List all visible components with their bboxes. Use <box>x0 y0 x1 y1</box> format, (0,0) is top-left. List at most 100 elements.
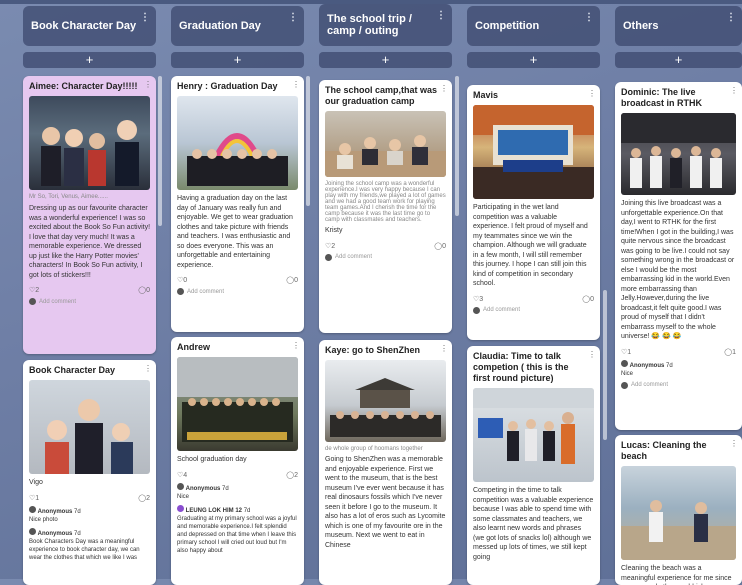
post-body: Going to ShenZhen was a memorable and en… <box>325 456 446 549</box>
like-button[interactable]: ♡1 <box>621 348 631 356</box>
post-card-andrew[interactable]: ⋮ Andrew School graduation day ♡4 ◯2 Ano… <box>171 337 304 585</box>
more-vertical-icon[interactable]: ⋮ <box>292 341 300 350</box>
post-photo[interactable] <box>621 113 736 195</box>
avatar <box>621 381 628 389</box>
comment-icon: ◯ <box>286 277 295 284</box>
more-vertical-icon[interactable]: ⋮ <box>436 10 446 21</box>
like-button[interactable]: ♡4 <box>177 471 187 479</box>
comment-button[interactable]: ◯0 <box>138 286 150 294</box>
post-card-dominic[interactable]: ⋮ Dominic: The live broadcast in RTHK Jo… <box>615 82 742 430</box>
photo-caption: Joining the school camp was a wonderful … <box>325 181 446 223</box>
post-body: Competing in the time to talk competitio… <box>473 487 594 561</box>
post-card-kaye[interactable]: ⋮ Kaye: go to ShenZhen de whole group of… <box>319 340 452 585</box>
post-card-henry[interactable]: ⋮ Henry : Graduation Day Having a gradua… <box>171 76 304 332</box>
graduation-group-illustration <box>177 357 298 442</box>
group-photo-illustration <box>41 120 139 186</box>
column-header[interactable]: Book Character Day ⋮ <box>23 6 156 46</box>
add-comment-button[interactable]: Add comment <box>325 253 446 261</box>
comment-time: 7d <box>74 508 81 515</box>
more-vertical-icon[interactable]: ⋮ <box>730 86 738 95</box>
post-photo[interactable] <box>29 96 150 190</box>
add-post-button[interactable]: + <box>467 52 600 68</box>
post-photo[interactable] <box>325 111 446 177</box>
more-vertical-icon[interactable]: ⋮ <box>144 80 152 89</box>
comment-button[interactable]: ◯0 <box>286 276 298 284</box>
post-title: Dominic: The live broadcast in RTHK <box>621 87 703 108</box>
add-comment-label: Add comment <box>483 307 521 313</box>
column-scrollbar[interactable] <box>158 76 162 226</box>
more-vertical-icon[interactable]: ⋮ <box>144 364 152 373</box>
add-comment-button[interactable]: Add comment <box>621 381 736 389</box>
column-scrollbar[interactable] <box>455 76 459 216</box>
comment-button[interactable]: ◯0 <box>434 242 446 250</box>
add-post-button[interactable]: + <box>23 52 156 68</box>
comment: Anonymous 7d Nice <box>621 359 736 378</box>
post-body: Kristy <box>325 227 343 234</box>
add-comment-label: Add comment <box>39 298 77 305</box>
comment-icon: ◯ <box>724 348 733 356</box>
add-post-button[interactable]: + <box>615 52 742 68</box>
post-photo[interactable] <box>325 360 446 442</box>
like-button[interactable]: ♡2 <box>325 242 335 250</box>
more-vertical-icon[interactable]: ⋮ <box>726 12 736 23</box>
column-title: Book Character Day <box>31 20 137 32</box>
beach-cleaning-illustration <box>621 500 736 560</box>
more-vertical-icon[interactable]: ⋮ <box>588 350 596 359</box>
post-card-aimee[interactable]: ⋮ Aimee: Character Day!!!!! Mr So, Tori,… <box>23 76 156 354</box>
more-vertical-icon[interactable]: ⋮ <box>584 12 594 23</box>
more-vertical-icon[interactable]: ⋮ <box>288 12 298 23</box>
post-card-school-camp[interactable]: ⋮ The school camp,that was our graduatio… <box>319 80 452 333</box>
more-vertical-icon[interactable]: ⋮ <box>440 84 448 93</box>
post-card-lucas[interactable]: ⋮ Lucas: Cleaning the beach Cleaning the… <box>615 435 742 585</box>
comment-icon: ◯ <box>286 471 295 479</box>
add-comment-button[interactable]: Add comment <box>177 288 298 295</box>
column-scrollbar[interactable] <box>306 76 310 206</box>
column-header[interactable]: Competition ⋮ <box>467 6 600 46</box>
like-count: 1 <box>35 494 40 502</box>
students-photo-illustration <box>45 399 133 474</box>
post-photo[interactable] <box>177 357 298 451</box>
more-vertical-icon[interactable]: ⋮ <box>440 344 448 353</box>
comment-icon: ◯ <box>434 242 443 250</box>
comment-button[interactable]: ◯2 <box>138 494 150 502</box>
column-scrollbar[interactable] <box>603 290 607 440</box>
avatar <box>473 306 480 314</box>
comment-button[interactable]: ◯1 <box>724 348 736 356</box>
post-body: Dressing up as our favourite character w… <box>29 205 151 279</box>
post-card-claudia[interactable]: ⋮ Claudia: Time to talk competion ( this… <box>467 346 600 585</box>
add-comment-button[interactable]: Add comment <box>473 306 594 314</box>
column-title: Graduation Day <box>179 20 261 32</box>
column-title: The school trip / camp / outing <box>327 13 412 37</box>
add-post-button[interactable]: + <box>171 52 304 68</box>
column-header[interactable]: Others ⋮ <box>615 6 742 46</box>
like-button[interactable]: ♡2 <box>29 286 39 294</box>
add-post-button[interactable]: + <box>319 52 452 68</box>
more-vertical-icon[interactable]: ⋮ <box>292 80 300 89</box>
avatar <box>29 527 36 535</box>
post-photo[interactable] <box>473 105 594 199</box>
avatar <box>29 505 36 513</box>
comment-text: Nice <box>621 370 634 377</box>
more-vertical-icon[interactable]: ⋮ <box>730 439 738 448</box>
post-card-book-character-day[interactable]: ⋮ Book Character Day Vigo ♡1 ◯2 Anonymou… <box>23 360 156 585</box>
comment-button[interactable]: ◯2 <box>286 471 298 479</box>
post-photo[interactable] <box>621 466 736 560</box>
like-button[interactable]: ♡1 <box>29 494 39 502</box>
more-vertical-icon[interactable]: ⋮ <box>588 89 596 98</box>
column-header[interactable]: Graduation Day ⋮ <box>171 6 304 46</box>
talk-competition-illustration <box>473 388 594 464</box>
post-photo[interactable] <box>29 380 150 474</box>
comment: Anonymous 7d Book Characters Day was a me… <box>29 527 150 562</box>
add-comment-button[interactable]: Add comment <box>29 298 150 305</box>
post-photo[interactable] <box>177 96 298 190</box>
post-card-mavis[interactable]: ⋮ Mavis Participating in the wet land co… <box>467 85 600 340</box>
column-graduation-day: Graduation Day ⋮ + <box>171 6 304 68</box>
more-vertical-icon[interactable]: ⋮ <box>140 12 150 23</box>
comment-count: 1 <box>732 348 736 356</box>
column-header[interactable]: The school trip / camp / outing ⋮ <box>319 4 452 46</box>
like-button[interactable]: ♡0 <box>177 276 187 284</box>
comment-icon: ◯ <box>138 494 147 502</box>
post-photo[interactable] <box>473 388 594 482</box>
like-button[interactable]: ♡3 <box>473 295 483 303</box>
comment-button[interactable]: ◯0 <box>582 295 594 303</box>
